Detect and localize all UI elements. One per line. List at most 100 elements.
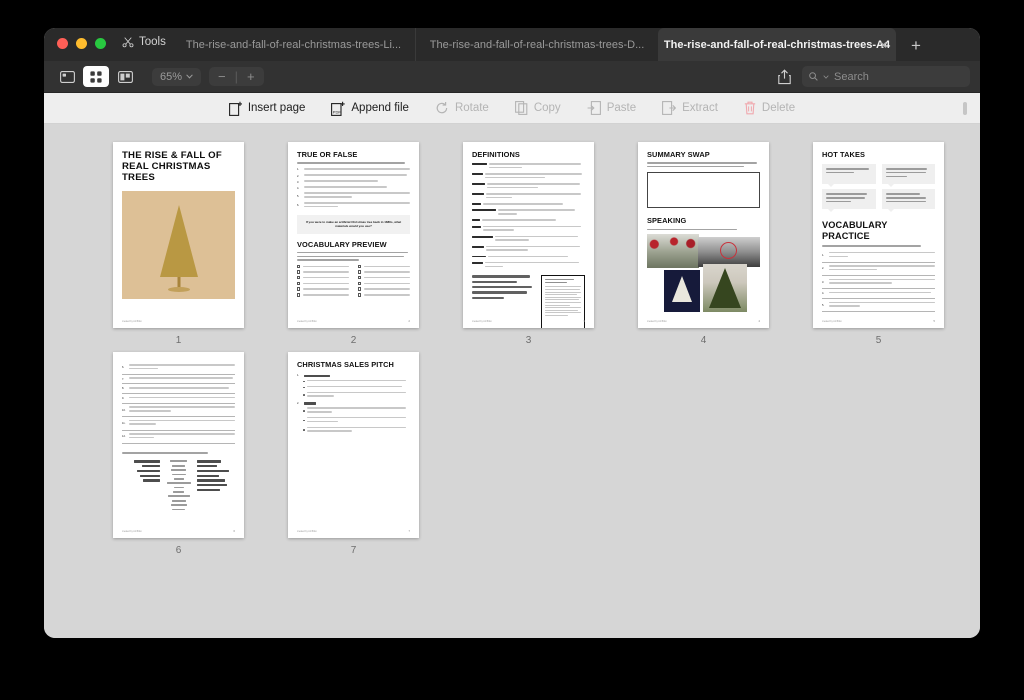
definition-item [472, 226, 585, 233]
page-thumbnail-7[interactable]: CHRISTMAS SALES PITCH 1. [288, 352, 419, 538]
share-icon[interactable] [777, 69, 792, 85]
page-footer-number: 6 [233, 529, 235, 533]
page-footer: created by A1 Bilko [297, 531, 317, 533]
instruction-line [297, 162, 405, 164]
two-page-view-button[interactable] [112, 66, 138, 87]
checkbox-item[interactable] [297, 276, 349, 279]
sidebar-icon [60, 71, 75, 83]
definition-item [472, 183, 585, 190]
app-window: Tools The-rise-and-fall-of-real-christma… [44, 28, 980, 638]
page-thumbnail-2[interactable]: TRUE OR FALSE 1. 2. 3. 4. 5. 6. If you w… [288, 142, 419, 328]
practice-list-continued: 6. 7. 8. 9. 10. [122, 364, 235, 443]
minimize-window-button[interactable] [76, 38, 87, 49]
page-footer: created by A1 Bilko [122, 321, 142, 323]
checkbox-item[interactable] [358, 265, 410, 268]
insert-page-button[interactable]: Insert page [229, 101, 306, 116]
definition-item [472, 173, 585, 180]
zoom-in-button[interactable]: + [238, 67, 264, 86]
new-tab-button[interactable]: + [896, 36, 936, 61]
section-heading-2: VOCABULARY PRACTICE [822, 220, 935, 241]
traffic-lights [57, 38, 106, 49]
image-vintage-tree-illustration [664, 270, 700, 312]
page-cell-2[interactable]: TRUE OR FALSE 1. 2. 3. 4. 5. 6. If you w… [266, 142, 441, 346]
section-heading: TRUE OR FALSE [297, 151, 410, 159]
close-window-button[interactable] [57, 38, 68, 49]
page-cell-6[interactable]: 6. 7. 8. 9. 10. [91, 352, 266, 556]
section-heading-2: SPEAKING [647, 217, 760, 225]
zoom-out-button[interactable]: − [209, 67, 235, 86]
extract-icon [662, 101, 676, 115]
bullet-item [303, 392, 410, 399]
page-footer-number: 2 [408, 319, 410, 323]
speaking-images [647, 234, 760, 312]
practice-item: 6. [122, 364, 235, 374]
zoom-window-button[interactable] [95, 38, 106, 49]
page-footer: created by A1 Bilko [822, 321, 842, 323]
checkbox-item[interactable] [358, 293, 410, 296]
page-cell-7[interactable]: CHRISTMAS SALES PITCH 1. [266, 352, 441, 556]
instruction [647, 162, 760, 167]
page-thumbnail-1[interactable]: THE RISE & FALL OF REAL CHRISTMAS TREES … [113, 142, 244, 328]
bullet-list [297, 380, 410, 399]
toolbar-resize-handle[interactable] [963, 102, 967, 115]
page-thumbnail-3[interactable]: DEFINITIONS [463, 142, 594, 328]
tab-close-icon[interactable]: × [880, 38, 887, 52]
checkbox-item[interactable] [297, 287, 349, 290]
tree-base-shape [168, 287, 190, 292]
insert-page-label: Insert page [248, 102, 306, 114]
checkbox-item[interactable] [358, 276, 410, 279]
image-decorated-display [647, 234, 699, 268]
page-cell-1[interactable]: THE RISE & FALL OF REAL CHRISTMAS TREES … [91, 142, 266, 346]
zoom-level-dropdown[interactable]: 65% [152, 68, 201, 86]
reading-instruction-text [472, 275, 535, 302]
page-cell-5[interactable]: HOT TAKES [791, 142, 966, 346]
tab-1[interactable]: The-rise-and-fall-of-real-christmas-tree… [415, 28, 658, 61]
checkbox-item[interactable] [297, 270, 349, 273]
search-chevron-down-icon[interactable] [823, 75, 829, 79]
list-item: 5. [297, 192, 410, 199]
page-grid-canvas: THE RISE & FALL OF REAL CHRISTMAS TREES … [44, 124, 980, 638]
definition-item [472, 219, 585, 223]
article-preview-thumbnail [541, 275, 585, 328]
two-page-icon [118, 71, 133, 83]
checkbox-item[interactable] [297, 293, 349, 296]
page-number-label: 3 [526, 335, 532, 346]
summary-writing-box[interactable] [647, 172, 760, 208]
list-item: 6. [297, 202, 410, 209]
page-footer-number: 7 [408, 529, 410, 533]
view-mode-group [54, 66, 138, 87]
bullet-item [303, 380, 410, 384]
sidebar-view-button[interactable] [54, 66, 80, 87]
page-footer: created by A1 Bilko [472, 321, 492, 323]
definition-item [472, 236, 585, 243]
bullet-item [303, 427, 410, 434]
tab-0[interactable]: The-rise-and-fall-of-real-christmas-tree… [172, 28, 415, 61]
page-cell-3[interactable]: DEFINITIONS [441, 142, 616, 346]
copy-button: Copy [515, 101, 561, 115]
tools-button[interactable]: Tools [122, 36, 166, 48]
append-file-button[interactable]: PDF Append file [331, 101, 409, 116]
grid-view-button[interactable] [83, 66, 109, 87]
page-thumbnail-5[interactable]: HOT TAKES [813, 142, 944, 328]
page-thumbnail-4[interactable]: SUMMARY SWAP SPEAKING [638, 142, 769, 328]
checkbox-item[interactable] [297, 265, 349, 268]
practice-list: 1. 2. 3. 4. [822, 252, 935, 312]
practice-item: 11. [122, 420, 235, 430]
checkbox-item[interactable] [358, 282, 410, 285]
checkbox-item[interactable] [358, 270, 410, 273]
instruction-2 [297, 252, 410, 261]
white-tree-shape [672, 276, 692, 302]
quote-bubble [882, 189, 936, 209]
page-thumbnail-6[interactable]: 6. 7. 8. 9. 10. [113, 352, 244, 538]
practice-item: 12. [122, 433, 235, 443]
tab-2-active[interactable]: The-rise-and-fall-of-real-christmas-tree… [658, 28, 896, 61]
page-cell-4[interactable]: SUMMARY SWAP SPEAKING [616, 142, 791, 346]
copy-label: Copy [534, 102, 561, 114]
checkbox-item[interactable] [358, 287, 410, 290]
collocation-column-middle [160, 460, 198, 510]
image-historical-photo [698, 237, 760, 267]
checkbox-item[interactable] [297, 282, 349, 285]
paste-icon [587, 101, 601, 115]
delete-label: Delete [762, 102, 795, 114]
search-input[interactable]: Search [802, 66, 970, 87]
